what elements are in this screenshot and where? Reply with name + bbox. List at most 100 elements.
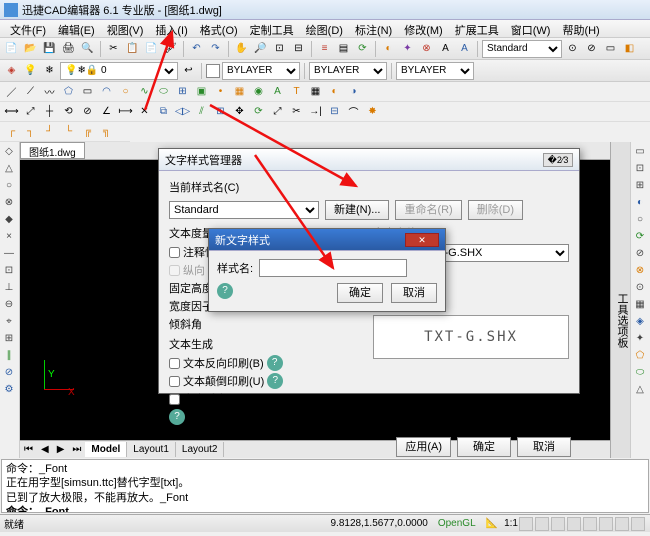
dim-lin-icon[interactable]: ⟷ [3, 103, 20, 120]
props-icon[interactable]: ▤ [335, 40, 352, 57]
apply-button[interactable]: 应用(A) [396, 437, 451, 457]
snap-tan-icon[interactable]: ⊖ [1, 297, 17, 313]
current-style-select[interactable]: Standard [169, 201, 319, 219]
r-ico-1[interactable]: ▭ [632, 144, 648, 160]
snap-app-icon[interactable]: ⊞ [1, 331, 17, 347]
tab-nav-first-icon[interactable]: ⏮ [20, 444, 37, 455]
r-ico-8[interactable]: ⊗ [632, 263, 648, 279]
paste-icon[interactable]: 📄 [143, 40, 160, 57]
snap-quad-icon[interactable]: ◆ [1, 212, 17, 228]
lweight-combo[interactable]: BYLAYER [396, 62, 474, 80]
polygon-icon[interactable]: ⬠ [60, 83, 77, 100]
cut-icon[interactable]: ✂ [105, 40, 122, 57]
snap-ins-icon[interactable]: ⊡ [1, 263, 17, 279]
refresh-icon[interactable]: ⟳ [354, 40, 371, 57]
sub-cancel-button[interactable]: 取消 [391, 283, 437, 303]
erase-icon[interactable]: ✕ [136, 103, 153, 120]
r-ico-9[interactable]: ⊙ [632, 280, 648, 296]
snap-int-icon[interactable]: × [1, 229, 17, 245]
snap-mid-icon[interactable]: △ [1, 161, 17, 177]
fillet-icon[interactable]: ⌒ [345, 103, 362, 120]
xline-icon[interactable]: ⟋ [22, 83, 39, 100]
status-scale-icon[interactable]: 📐 [486, 518, 498, 529]
status-model-icon[interactable] [631, 517, 645, 531]
layer-freeze-icon[interactable]: ❄ [41, 62, 58, 79]
tool-d-icon[interactable]: A [437, 40, 454, 57]
hatch-icon[interactable]: ▦ [231, 83, 248, 100]
doc-tab-current[interactable]: 图纸1.dwg [20, 142, 85, 159]
snap-ext-icon[interactable]: ― [1, 246, 17, 262]
help-icon[interactable]: ? [169, 409, 185, 425]
ellipse-icon[interactable]: ⬭ [155, 83, 172, 100]
tool1-icon[interactable]: ◐ [326, 83, 343, 100]
block-icon[interactable]: ▣ [193, 83, 210, 100]
arc-icon[interactable]: ◠ [98, 83, 115, 100]
tool-c-icon[interactable]: ⊗ [418, 40, 435, 57]
annotative-check[interactable] [169, 247, 180, 258]
snap-per-icon[interactable]: ⊥ [1, 280, 17, 296]
menu-dim[interactable]: 标注(N) [349, 20, 398, 37]
r-ico-5[interactable]: ○ [632, 212, 648, 228]
snap-none-icon[interactable]: ⊘ [1, 365, 17, 381]
open-icon[interactable]: 📂 [22, 40, 39, 57]
delete-button[interactable]: 删除(D) [468, 200, 523, 220]
undo-icon[interactable]: ↶ [188, 40, 205, 57]
status-ortho-icon[interactable] [551, 517, 565, 531]
copy-obj-icon[interactable]: ⧉ [155, 103, 172, 120]
ltype-combo[interactable]: BYLAYER [309, 62, 387, 80]
table-icon[interactable]: ▦ [307, 83, 324, 100]
line-icon[interactable]: ／ [3, 83, 20, 100]
status-osnap-icon[interactable] [583, 517, 597, 531]
tab-nav-last-icon[interactable]: ⏭ [68, 444, 85, 455]
menu-file[interactable]: 文件(F) [4, 20, 52, 37]
vertical-check[interactable] [169, 394, 180, 405]
r-ico-15[interactable]: △ [632, 382, 648, 398]
tool-e-icon[interactable]: A [456, 40, 473, 57]
text-icon[interactable]: A [269, 83, 286, 100]
dim-ang-icon[interactable]: ∠ [98, 103, 115, 120]
sub-dialog-titlebar[interactable]: 新文字样式 ✕ [209, 229, 445, 251]
insert-icon[interactable]: ⊞ [174, 83, 191, 100]
status-polar-icon[interactable] [567, 517, 581, 531]
status-grid-icon[interactable] [535, 517, 549, 531]
d1-icon[interactable]: ┌ [3, 123, 20, 140]
menu-help[interactable]: 帮助(H) [556, 20, 605, 37]
tool2-icon[interactable]: ◑ [345, 83, 362, 100]
dim-ord-icon[interactable]: ┼ [41, 103, 58, 120]
snap-set-icon[interactable]: ⚙ [1, 382, 17, 398]
r-ico-3[interactable]: ⊞ [632, 178, 648, 194]
upside-check[interactable] [169, 376, 180, 387]
help-icon[interactable]: ? [267, 355, 283, 371]
offset-icon[interactable]: ⫽ [193, 103, 210, 120]
close-icon[interactable]: ✕ [405, 233, 439, 247]
tool-f-icon[interactable]: ⊙ [564, 40, 581, 57]
point-icon[interactable]: • [212, 83, 229, 100]
d4-icon[interactable]: └ [60, 123, 77, 140]
d3-icon[interactable]: ┘ [41, 123, 58, 140]
d6-icon[interactable]: ╗ [98, 123, 115, 140]
r-ico-4[interactable]: ◐ [632, 195, 648, 211]
zoom-win-icon[interactable]: ⊡ [271, 40, 288, 57]
menu-insert[interactable]: 插入(I) [149, 20, 193, 37]
zoom-rt-icon[interactable]: 🔎 [252, 40, 269, 57]
rect-icon[interactable]: ▭ [79, 83, 96, 100]
match-icon[interactable]: 🖌 [162, 40, 179, 57]
circle-icon[interactable]: ○ [117, 83, 134, 100]
r-ico-6[interactable]: ⟳ [632, 229, 648, 245]
dim-cont-icon[interactable]: ⟼ [117, 103, 134, 120]
tab-model[interactable]: Model [85, 442, 127, 457]
match-check[interactable] [169, 265, 180, 276]
color-combo[interactable]: BYLAYER [222, 62, 300, 80]
style-select[interactable]: Standard [482, 40, 562, 58]
dim-align-icon[interactable]: ⤢ [22, 103, 39, 120]
r-ico-10[interactable]: ▦ [632, 297, 648, 313]
r-ico-12[interactable]: ✦ [632, 331, 648, 347]
tool-i-icon[interactable]: ◧ [621, 40, 638, 57]
new-icon[interactable]: 📄 [3, 40, 20, 57]
move-icon[interactable]: ✥ [231, 103, 248, 120]
tool-h-icon[interactable]: ▭ [602, 40, 619, 57]
pan-icon[interactable]: ✋ [233, 40, 250, 57]
backwards-check[interactable] [169, 358, 180, 369]
preview-icon[interactable]: 🔍 [79, 40, 96, 57]
snap-near-icon[interactable]: ⌖ [1, 314, 17, 330]
